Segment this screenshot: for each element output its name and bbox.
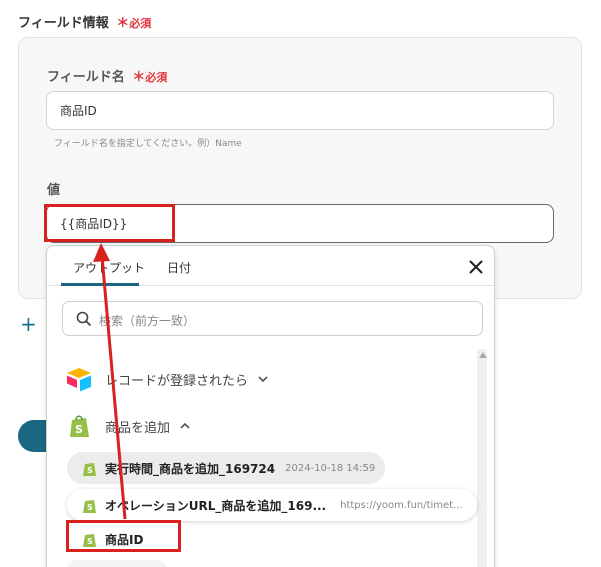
item-meta: https://yoom.fun/timet... [340, 499, 463, 511]
item-name: 実行時間_商品を追加_169724 [105, 461, 276, 476]
annotation-box-value [44, 204, 175, 242]
shopify-icon: S [70, 415, 89, 437]
shopify-icon: S [83, 500, 96, 513]
chevron-down-icon [258, 376, 268, 383]
field-name-hint: フィールド名を指定してください。例）Name [54, 139, 242, 149]
chevron-up-icon [180, 422, 190, 429]
output-item-partial[interactable] [67, 560, 167, 567]
item-name: オペレーションURL_商品を追加_169... [105, 498, 327, 513]
output-item-operation-url[interactable]: S オペレーションURL_商品を追加_169... https://yoom.f… [67, 489, 477, 521]
scroll-up-arrow-icon[interactable] [479, 352, 487, 358]
value-label: 値 [47, 183, 61, 198]
field-name-value: 商品ID [60, 104, 97, 118]
section-title: フィールド情報 ＊必須 [18, 12, 151, 31]
output-item-exec-time[interactable]: S 実行時間_商品を追加_169724 2024-10-18 14:59 [67, 452, 385, 484]
required-badge: ＊必須 [116, 16, 152, 31]
airtable-icon [67, 368, 91, 392]
group-add-product[interactable]: S 商品を追加 [65, 413, 190, 439]
svg-text:S: S [87, 466, 93, 475]
group-label: 商品を追加 [105, 420, 171, 436]
field-name-label-text: フィールド名 [47, 70, 125, 85]
required-asterisk: ＊ [116, 16, 130, 31]
tab-output[interactable]: アウトプット [73, 259, 145, 276]
section-title-text: フィールド情報 [18, 16, 109, 31]
field-name-label: フィールド名 ＊必須 [47, 66, 167, 85]
popup-tabs: アウトプット 日付 [47, 246, 494, 286]
search-input[interactable]: 検索（前方一致） [62, 301, 483, 336]
group-record-registered[interactable]: レコードが登録されたら [65, 366, 268, 392]
add-field-button[interactable]: + [20, 312, 37, 336]
tab-date[interactable]: 日付 [167, 259, 191, 276]
required-asterisk: ＊ [132, 70, 146, 85]
svg-text:S: S [87, 503, 93, 512]
svg-text:S: S [75, 423, 83, 436]
shopify-icon: S [83, 463, 96, 476]
item-meta: 2024-10-18 14:59 [285, 462, 376, 474]
search-icon [76, 311, 92, 327]
group-label: レコードが登録されたら [105, 373, 249, 389]
close-icon[interactable] [465, 256, 487, 278]
required-badge: ＊必須 [132, 70, 168, 85]
required-text: 必須 [145, 71, 168, 84]
search-placeholder: 検索（前方一致） [99, 314, 196, 328]
field-name-input[interactable]: 商品ID [46, 91, 554, 130]
annotation-box-item [66, 520, 181, 552]
output-picker-popup: アウトプット 日付 検索（前方一致） レコードが登録されたら S 商品を追加 S… [46, 245, 495, 567]
scrollbar[interactable] [477, 349, 487, 567]
required-text: 必須 [129, 17, 152, 30]
active-tab-indicator [61, 283, 139, 286]
